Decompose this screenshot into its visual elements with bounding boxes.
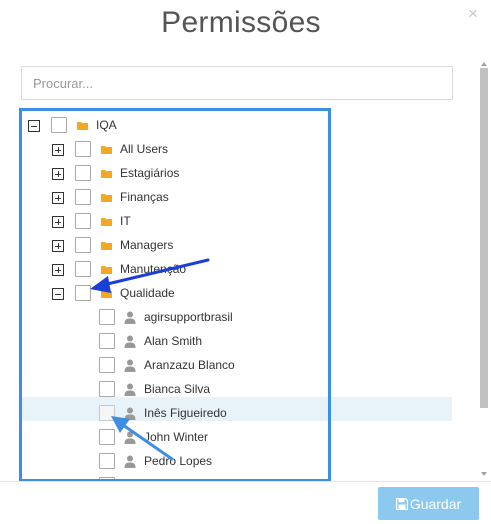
- tree-node-user[interactable]: Bianca Silva: [22, 378, 328, 402]
- checkbox[interactable]: [75, 141, 91, 157]
- modal-title: Permissões: [161, 6, 321, 39]
- checkbox[interactable]: [99, 309, 115, 325]
- tree-node-label: Manutenção: [120, 262, 187, 276]
- tree-node-managers[interactable]: Managers: [22, 234, 328, 258]
- tree-node-all-users[interactable]: All Users: [22, 138, 328, 162]
- expand-toggle[interactable]: [52, 144, 64, 156]
- floppy-disk-icon: [395, 497, 408, 510]
- tree-node-user[interactable]: Aranzazu Blanco: [22, 354, 328, 378]
- close-icon: ×: [468, 4, 478, 23]
- tree-node-user[interactable]: agirsupportbrasil: [22, 306, 328, 330]
- checkbox[interactable]: [75, 165, 91, 181]
- checkbox[interactable]: [51, 117, 67, 133]
- tree-node-it[interactable]: IT: [22, 210, 328, 234]
- checkbox[interactable]: [99, 381, 115, 397]
- tree-node-label: agirsupportbrasil: [144, 310, 233, 324]
- tree-node-label: Qualidade: [120, 286, 175, 300]
- expand-toggle[interactable]: [52, 216, 64, 228]
- checkbox[interactable]: [99, 429, 115, 445]
- expand-toggle[interactable]: [52, 192, 64, 204]
- save-button-label: Guardar: [409, 495, 462, 512]
- folder-icon: [101, 170, 112, 178]
- tree-node-label: All Users: [120, 142, 169, 156]
- checkbox[interactable]: [75, 189, 91, 205]
- scrollbar-thumb[interactable]: [480, 68, 488, 408]
- tree-node-label: John Winter: [144, 430, 209, 444]
- folder-icon: [101, 290, 112, 298]
- tree-node-qualidade[interactable]: Qualidade: [22, 282, 328, 306]
- collapse-toggle[interactable]: [28, 120, 40, 132]
- tree-node-label: IQA: [96, 118, 117, 132]
- tree-node-label: IT: [120, 214, 131, 228]
- close-button[interactable]: ×: [466, 4, 480, 23]
- checkbox[interactable]: [99, 333, 115, 349]
- user-icon: [124, 431, 136, 444]
- expand-toggle[interactable]: [52, 264, 64, 276]
- save-button[interactable]: Guardar: [378, 487, 479, 520]
- folder-icon: [101, 242, 112, 250]
- tree-node-label: Managers: [120, 238, 174, 252]
- folder-icon: [101, 218, 112, 226]
- expand-toggle[interactable]: [52, 240, 64, 252]
- tree-node-estagiarios[interactable]: Estagiários: [22, 162, 328, 186]
- tree-node-label: Pedro Lopes: [144, 454, 213, 468]
- folder-icon: [101, 146, 112, 154]
- folder-icon: [77, 122, 88, 130]
- user-icon: [124, 455, 136, 468]
- user-icon: [124, 311, 136, 324]
- user-icon: [124, 359, 136, 372]
- tree-node-label: Estagiários: [120, 166, 180, 180]
- checkbox[interactable]: [99, 357, 115, 373]
- permissions-tree: IQA All Users Estagiários Finanças IT Ma…: [19, 108, 331, 482]
- user-icon: [124, 383, 136, 396]
- tree-node-user[interactable]: John Winter: [22, 426, 328, 450]
- collapse-toggle[interactable]: [52, 288, 64, 300]
- tree-node-user[interactable]: Pedro Lopes: [22, 450, 328, 474]
- scroll-up-arrow-icon[interactable]: [479, 60, 489, 68]
- tree-node-label: Inês Figueiredo: [144, 406, 227, 420]
- checkbox[interactable]: [75, 213, 91, 229]
- tree-node-user[interactable]: Inês Figueiredo: [22, 402, 328, 426]
- tree-node-label: Aranzazu Blanco: [144, 358, 235, 372]
- folder-icon: [101, 266, 112, 274]
- user-icon: [124, 335, 136, 348]
- checkbox[interactable]: [75, 237, 91, 253]
- tree-node-manutencao[interactable]: Manutenção: [22, 258, 328, 282]
- tree-node-label: Alan Smith: [144, 334, 203, 348]
- expand-toggle[interactable]: [52, 168, 64, 180]
- scrollbar[interactable]: [479, 60, 489, 478]
- checkbox[interactable]: [99, 453, 115, 469]
- scroll-down-arrow-icon[interactable]: [479, 470, 489, 478]
- footer-divider: [0, 481, 491, 482]
- tree-node-label: Finanças: [120, 190, 169, 204]
- folder-icon: [101, 194, 112, 202]
- tree-node-label: Bianca Silva: [144, 382, 211, 396]
- tree-node-iqa[interactable]: IQA: [22, 114, 328, 138]
- user-icon: [124, 407, 136, 420]
- checkbox[interactable]: [75, 285, 91, 301]
- tree-node-financas[interactable]: Finanças: [22, 186, 328, 210]
- checkbox[interactable]: [75, 261, 91, 277]
- search-input[interactable]: [21, 66, 453, 100]
- tree-node-user[interactable]: Alan Smith: [22, 330, 328, 354]
- checkbox[interactable]: [99, 405, 115, 421]
